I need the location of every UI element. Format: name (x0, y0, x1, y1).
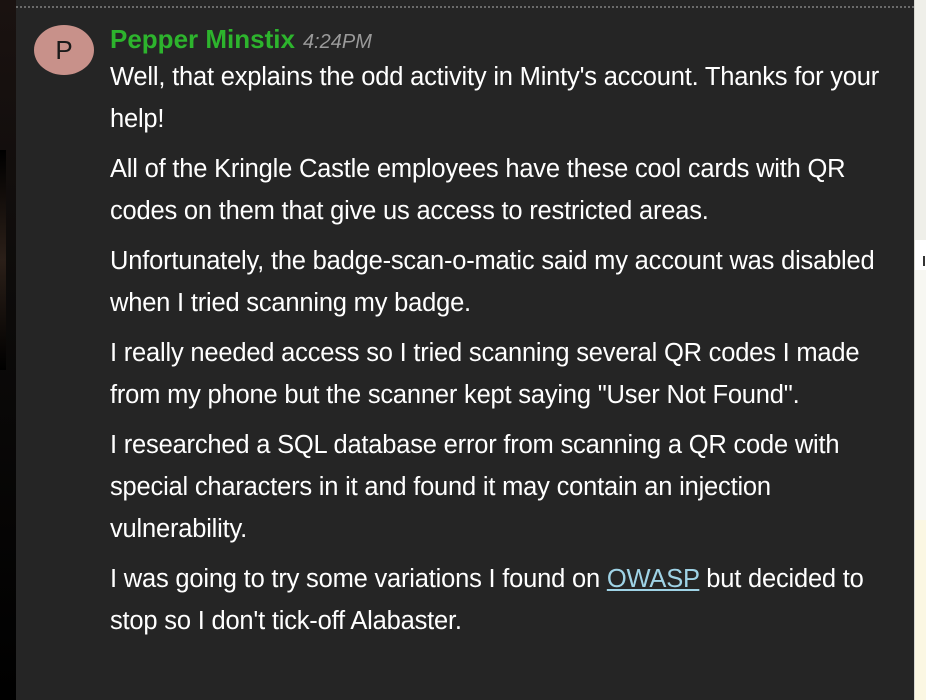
author-name: Pepper Minstix (110, 24, 295, 54)
background-scene-edge (0, 0, 16, 700)
chat-panel: P Pepper Minstix 4:24PM Well, that explai… (16, 0, 914, 700)
chat-message: Pepper Minstix 4:24PM Well, that explains… (110, 22, 900, 650)
adjacent-window-segment (914, 0, 926, 240)
adjacent-window-segment (914, 270, 926, 520)
message-paragraph-6: I was going to try some variations I fou… (110, 558, 900, 642)
adjacent-window-mark (923, 256, 925, 266)
paragraph-text-before-link: I was going to try some variations I fou… (110, 565, 607, 593)
message-paragraph-5: I researched a SQL database error from s… (110, 431, 840, 543)
avatar: P (34, 25, 94, 75)
message-timestamp: 4:24PM (302, 31, 372, 53)
message-paragraph-1: Well, that explains the odd activity in … (110, 63, 880, 133)
adjacent-window-edge (914, 0, 926, 700)
owasp-link[interactable]: OWASP (607, 565, 700, 593)
message-paragraph-2: All of the Kringle Castle employees have… (110, 155, 846, 225)
message-paragraph-3: Unfortunately, the badge-scan-o-matic sa… (110, 247, 875, 317)
message-paragraph-4: I really needed access so I tried scanni… (110, 339, 860, 409)
background-decoration (0, 150, 6, 370)
top-dotted-divider (16, 6, 914, 8)
adjacent-window-segment (914, 520, 926, 700)
message-header: Pepper Minstix 4:24PM (110, 22, 900, 56)
